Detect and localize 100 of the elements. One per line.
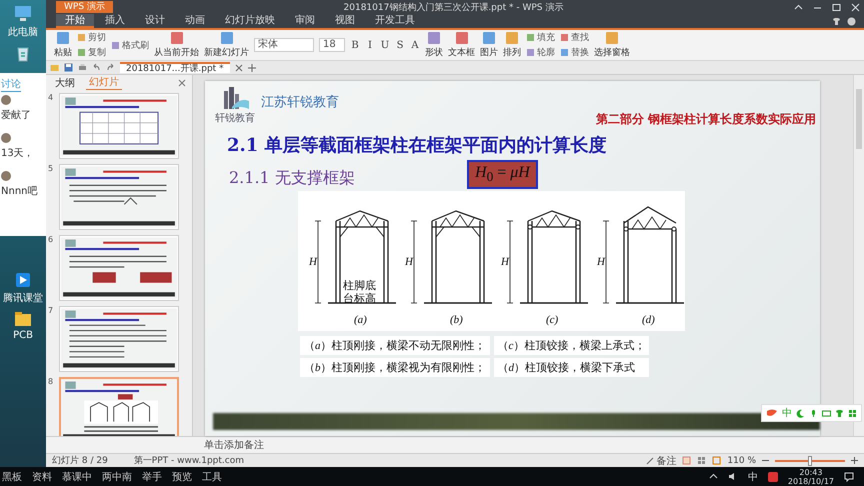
format-button[interactable]: I — [365, 40, 375, 50]
menu-tab[interactable]: 幻灯片放映 — [216, 14, 284, 28]
slideshow-icon[interactable] — [712, 456, 722, 465]
sorter-view-icon[interactable] — [697, 456, 706, 465]
format-button[interactable]: B — [350, 40, 360, 50]
notes-placeholder[interactable]: 单击添加备注 — [204, 438, 264, 452]
menu-tab[interactable]: 审阅 — [286, 14, 324, 28]
zoom-in-icon[interactable] — [851, 457, 858, 464]
input-mode-indicator[interactable]: 中 — [748, 470, 758, 484]
slider-thumb[interactable] — [808, 456, 812, 466]
caption-text: （c）柱顶铰接，横梁上承式； — [494, 336, 650, 355]
company-name: 江苏轩锐教育 — [261, 94, 339, 111]
ribbon-button[interactable]: 替换 — [560, 46, 589, 59]
ribbon-button[interactable]: 粘贴 — [54, 31, 72, 59]
moon-icon[interactable] — [796, 408, 805, 418]
toolbar-icon — [454, 31, 470, 45]
ribbon-button[interactable]: 文本框 — [448, 31, 475, 59]
clock-date[interactable]: 2018/10/17 — [788, 476, 834, 486]
chevron-up-icon[interactable] — [708, 472, 718, 481]
app-icon[interactable] — [13, 270, 33, 290]
redo-icon[interactable] — [106, 63, 115, 72]
ribbon-button[interactable]: 选择窗格 — [594, 31, 630, 59]
shirt-icon[interactable] — [835, 408, 844, 418]
window-title: 20181017钢结构入门第三次公开课.ppt * - WPS 演示 — [342, 2, 564, 14]
clock-time[interactable]: 20:43 — [799, 468, 822, 476]
classroom-tool[interactable]: 两中南 — [102, 470, 132, 484]
microphone-icon[interactable] — [809, 408, 818, 418]
ribbon-button[interactable]: 格式刷 — [111, 38, 149, 52]
save-icon[interactable] — [64, 63, 73, 72]
ribbon-button[interactable]: 填充 — [526, 31, 555, 44]
toolbar-icon — [481, 31, 497, 45]
menu-tab[interactable]: 动画 — [176, 14, 214, 28]
section-title: 第二部分 钢框架柱计算长度系数实际应用 — [596, 111, 817, 128]
slide-thumbnail[interactable] — [59, 93, 179, 159]
zoom-level: 110 % — [727, 456, 756, 466]
maximize-icon[interactable] — [832, 2, 841, 12]
format-button[interactable]: A — [410, 40, 420, 50]
ribbon-button[interactable]: 从当前开始 — [154, 31, 199, 59]
ribbon-button[interactable]: 形状 — [425, 31, 443, 59]
notification-icon[interactable] — [844, 472, 854, 482]
frame-label: (d) — [642, 314, 655, 326]
toolbar-icon — [168, 31, 184, 45]
menu-tab[interactable]: 开始 — [56, 14, 94, 28]
close-icon[interactable] — [178, 78, 186, 86]
desktop-icon-label[interactable]: 腾讯课堂 — [3, 291, 43, 305]
annotation-text: 台标高 — [343, 292, 376, 305]
collapse-icon[interactable] — [794, 2, 803, 12]
ribbon-button[interactable]: 复制 — [77, 46, 106, 59]
slide-number: 7 — [48, 306, 54, 317]
ribbon-button[interactable]: 图片 — [480, 31, 498, 59]
classroom-tool[interactable]: 慕课中 — [62, 470, 92, 484]
frame-label: (c) — [546, 314, 558, 326]
slide-subheading: 2.1.1 无支撑框架 — [229, 168, 356, 189]
ribbon-button[interactable]: 查找 — [560, 31, 589, 44]
dimension-label: H — [597, 256, 605, 268]
classroom-tool[interactable]: 资料 — [32, 470, 52, 484]
format-button[interactable]: S — [395, 40, 405, 50]
slide-thumbnail[interactable] — [59, 377, 179, 436]
menu-tab[interactable]: 视图 — [326, 14, 364, 28]
menu-tab[interactable]: 设计 — [136, 14, 174, 28]
zoom-out-icon[interactable] — [762, 457, 769, 464]
slide-thumbnail[interactable] — [59, 235, 179, 301]
font-field[interactable]: 18 — [319, 38, 345, 52]
classroom-tool[interactable]: 工具 — [202, 470, 222, 484]
close-icon[interactable] — [234, 64, 243, 72]
classroom-tool[interactable]: 预览 — [172, 470, 192, 484]
desktop-icon-label[interactable]: 此电脑 — [8, 25, 38, 39]
slide-heading: 2.1 单层等截面框架柱在框架平面内的计算长度 — [226, 134, 608, 158]
annotation-text: 柱脚底 — [343, 279, 376, 292]
font-field[interactable]: 宋体 — [254, 38, 314, 52]
pane-tab[interactable]: 大纲 — [52, 76, 78, 90]
folder-icon[interactable] — [13, 309, 33, 329]
chat-message: Nnnn吧 — [1, 185, 38, 198]
chat-message: 13天， — [1, 147, 34, 160]
ribbon-button[interactable]: 轮廓 — [526, 46, 555, 59]
menu-tab[interactable]: 插入 — [96, 14, 134, 28]
keyboard-icon[interactable] — [822, 408, 831, 418]
wps-icon[interactable] — [768, 472, 778, 482]
ribbon-button[interactable]: 新建幻灯片 — [204, 31, 249, 59]
plus-icon[interactable] — [248, 64, 256, 72]
avatar-icon — [1, 95, 11, 105]
shirt-icon[interactable] — [832, 16, 841, 26]
print-icon[interactable] — [78, 63, 87, 72]
menu-tab[interactable]: 开发工具 — [366, 14, 424, 28]
toolbar-icon — [504, 31, 520, 45]
ribbon-button[interactable]: 剪切 — [77, 31, 106, 44]
ribbon-button[interactable]: 排列 — [503, 31, 521, 59]
desktop-icon-label[interactable]: PCB — [13, 330, 33, 341]
grid-icon[interactable] — [848, 408, 857, 418]
undo-icon[interactable] — [92, 63, 101, 72]
classroom-tool[interactable]: 黑板 — [2, 470, 22, 484]
computer-icon[interactable] — [13, 4, 33, 24]
slide-thumbnail[interactable] — [59, 306, 179, 372]
logo-icon[interactable] — [766, 408, 778, 418]
vertical-scrollbar[interactable] — [853, 75, 864, 436]
notes-button[interactable]: 备注 — [646, 454, 676, 468]
document-tab[interactable]: 20181017...开课.ppt * — [120, 62, 230, 73]
classroom-tool[interactable]: 举手 — [142, 470, 162, 484]
format-button[interactable]: U — [380, 40, 390, 50]
slide-thumbnail[interactable] — [59, 164, 179, 230]
